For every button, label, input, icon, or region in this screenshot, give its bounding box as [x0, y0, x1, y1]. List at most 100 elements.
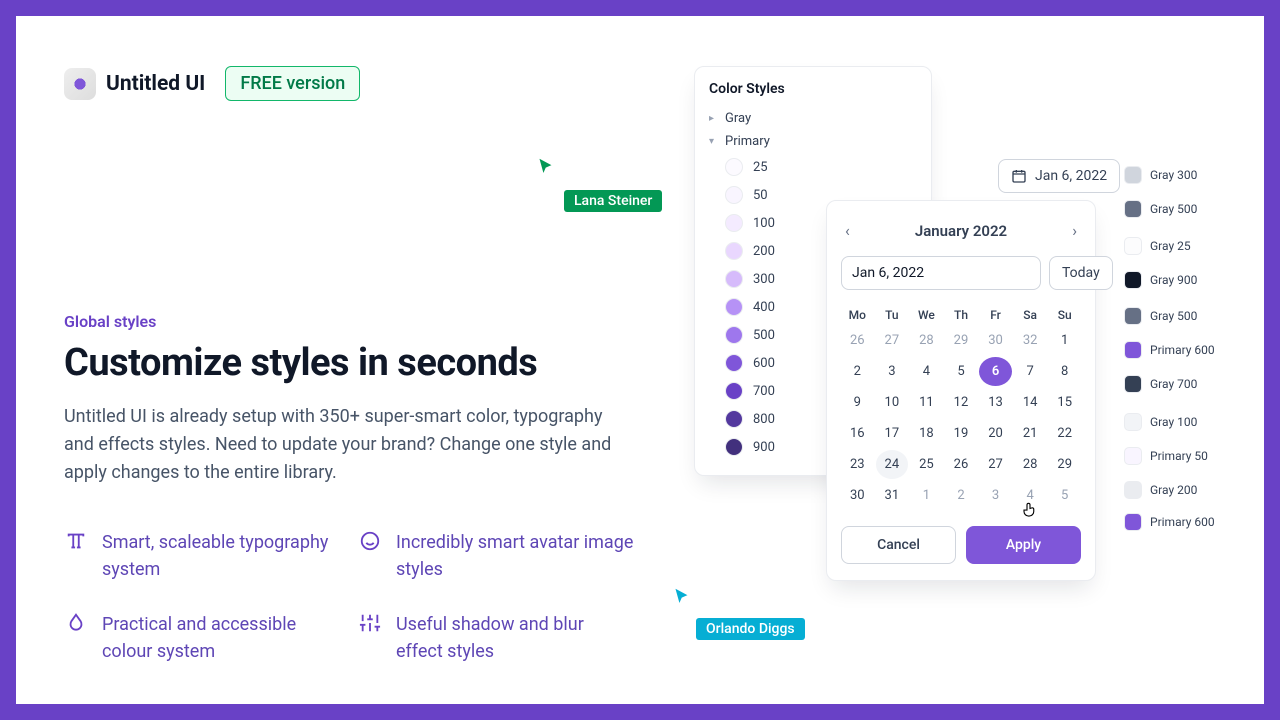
today-button[interactable]: Today	[1049, 256, 1113, 290]
calendar-day[interactable]: 27	[876, 326, 909, 355]
annotation-swatch	[1124, 200, 1142, 218]
calendar-day[interactable]: 27	[979, 450, 1012, 479]
swatch-icon	[725, 382, 743, 400]
color-annotation: Primary 600	[1124, 513, 1234, 531]
annotation-swatch	[1124, 481, 1142, 499]
annotation-swatch	[1124, 413, 1142, 431]
calendar-day[interactable]: 3	[876, 357, 909, 386]
annotation-label: Gray 500	[1150, 202, 1197, 216]
weekday-label: Tu	[876, 304, 909, 326]
calendar-day[interactable]: 12	[945, 388, 978, 417]
color-annotation: Gray 100	[1124, 413, 1234, 431]
weekday-label: Fr	[979, 304, 1012, 326]
calendar-day[interactable]: 29	[1048, 450, 1081, 479]
calendar-day[interactable]: 13	[979, 388, 1012, 417]
next-month-button[interactable]: ›	[1068, 217, 1081, 244]
calendar-day[interactable]: 14	[1014, 388, 1047, 417]
weekday-label: We	[910, 304, 943, 326]
annotation-swatch	[1124, 271, 1142, 289]
swatch-label: 600	[753, 356, 775, 371]
calendar-day[interactable]: 22	[1048, 419, 1081, 448]
color-annotation: Gray 500	[1124, 200, 1234, 218]
calendar-day[interactable]: 1	[1048, 326, 1081, 355]
annotation-swatch	[1124, 447, 1142, 465]
calendar-day[interactable]: 31	[876, 481, 909, 510]
color-group-primary[interactable]: ▾Primary	[709, 130, 917, 153]
calendar-day[interactable]: 24	[876, 450, 909, 479]
calendar-day[interactable]: 29	[945, 326, 978, 355]
color-annotation: Gray 200	[1124, 481, 1234, 499]
color-annotation: Gray 300	[1124, 166, 1234, 184]
color-annotation: Gray 700	[1124, 375, 1234, 393]
calendar-day[interactable]: 26	[945, 450, 978, 479]
weekday-label: Th	[945, 304, 978, 326]
weekday-label: Su	[1048, 304, 1081, 326]
swatch-label: 200	[753, 244, 775, 259]
calendar-day[interactable]: 11	[910, 388, 943, 417]
version-badge: FREE version	[225, 66, 360, 101]
color-annotation: Gray 500	[1124, 307, 1234, 325]
calendar-day[interactable]: 32	[1014, 326, 1047, 355]
calendar-day[interactable]: 17	[876, 419, 909, 448]
calendar-day[interactable]: 10	[876, 388, 909, 417]
date-input[interactable]	[841, 256, 1041, 290]
annotation-swatch	[1124, 166, 1142, 184]
type-icon	[64, 529, 88, 553]
annotation-label: Gray 700	[1150, 377, 1197, 391]
calendar-day[interactable]: 28	[1014, 450, 1047, 479]
calendar-day[interactable]: 8	[1048, 357, 1081, 386]
prev-month-button[interactable]: ‹	[841, 217, 854, 244]
annotation-label: Gray 300	[1150, 168, 1197, 182]
brand-name: Untitled UI	[106, 72, 205, 96]
brand-logo: Untitled UI	[64, 68, 205, 100]
annotation-swatch	[1124, 307, 1142, 325]
calendar-day[interactable]: 28	[910, 326, 943, 355]
cancel-button[interactable]: Cancel	[841, 526, 956, 564]
logo-icon	[64, 68, 96, 100]
swatch-label: 800	[753, 412, 775, 427]
annotation-swatch	[1124, 513, 1142, 531]
swatch-icon	[725, 354, 743, 372]
color-group-gray[interactable]: ▸Gray	[709, 107, 917, 130]
date-chip[interactable]: Jan 6, 2022	[998, 159, 1120, 193]
annotation-label: Primary 50	[1150, 449, 1208, 463]
cursor-icon	[536, 156, 558, 178]
calendar-day[interactable]: 3	[979, 481, 1012, 510]
page-title: Customize styles in seconds	[64, 341, 634, 385]
calendar-day[interactable]: 15	[1048, 388, 1081, 417]
calendar-day[interactable]: 16	[841, 419, 874, 448]
calendar-day[interactable]: 30	[841, 481, 874, 510]
annotation-label: Gray 900	[1150, 273, 1197, 287]
calendar-day[interactable]: 20	[979, 419, 1012, 448]
calendar-day[interactable]: 6	[979, 357, 1012, 386]
calendar-day[interactable]: 9	[841, 388, 874, 417]
apply-button[interactable]: Apply	[966, 526, 1081, 564]
calendar-day[interactable]: 7	[1014, 357, 1047, 386]
panel-title: Color Styles	[709, 81, 917, 97]
calendar-day[interactable]: 25	[910, 450, 943, 479]
calendar-day[interactable]: 2	[945, 481, 978, 510]
swatch-label: 700	[753, 384, 775, 399]
swatch-label: 400	[753, 300, 775, 315]
calendar-day[interactable]: 30	[979, 326, 1012, 355]
swatch-row[interactable]: 25	[725, 153, 917, 181]
calendar-day[interactable]: 26	[841, 326, 874, 355]
calendar-day[interactable]: 4	[910, 357, 943, 386]
swatch-icon	[725, 410, 743, 428]
calendar-day[interactable]: 2	[841, 357, 874, 386]
swatch-icon	[725, 298, 743, 316]
calendar-icon	[1011, 168, 1027, 184]
calendar-day[interactable]: 19	[945, 419, 978, 448]
calendar-day[interactable]: 23	[841, 450, 874, 479]
calendar-day[interactable]: 5	[1048, 481, 1081, 510]
calendar-day[interactable]: 1	[910, 481, 943, 510]
description: Untitled UI is already setup with 350+ s…	[64, 403, 634, 487]
swatch-label: 500	[753, 328, 775, 343]
feature-text: Smart, scaleable typography system	[102, 529, 340, 583]
swatch-icon	[725, 214, 743, 232]
calendar-day[interactable]: 18	[910, 419, 943, 448]
swatch-icon	[725, 242, 743, 260]
swatch-icon	[725, 270, 743, 288]
calendar-day[interactable]: 21	[1014, 419, 1047, 448]
calendar-day[interactable]: 5	[945, 357, 978, 386]
